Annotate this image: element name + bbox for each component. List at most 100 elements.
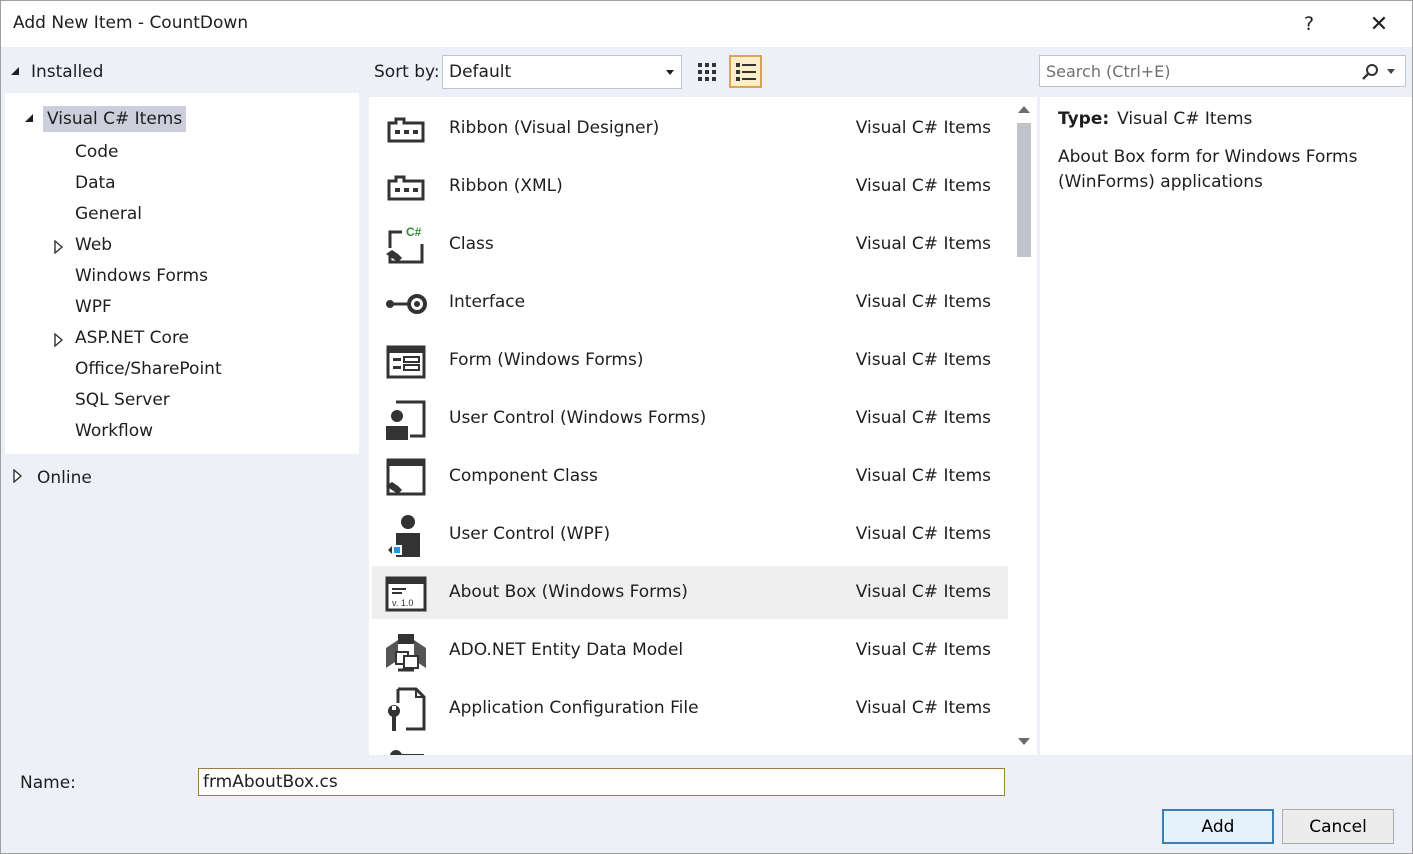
template-list-item[interactable]: Ribbon (Visual Designer) Visual C# Items bbox=[372, 102, 1008, 155]
tree-node-item[interactable]: ASP.NET Core bbox=[49, 322, 222, 353]
template-list-item[interactable]: Application Configuration File Visual C# … bbox=[372, 682, 1008, 735]
ribbon-icon bbox=[384, 110, 428, 150]
about-box-icon: v. 1.0 bbox=[384, 574, 428, 614]
tree-node-item[interactable]: Code bbox=[49, 136, 222, 167]
sort-by-dropdown[interactable]: Default bbox=[442, 55, 682, 89]
scroll-down-icon[interactable] bbox=[1018, 738, 1030, 745]
template-list-item[interactable]: User Control (Windows Forms) Visual C# It… bbox=[372, 392, 1008, 445]
item-name: Class bbox=[449, 234, 494, 254]
expand-arrow-icon[interactable] bbox=[54, 332, 64, 352]
item-category: Visual C# Items bbox=[855, 524, 991, 544]
item-category: Visual C# Items bbox=[855, 640, 991, 660]
vertical-scrollbar[interactable] bbox=[1012, 97, 1037, 755]
tree-node-visual-csharp-items[interactable]: Visual C# Items bbox=[23, 105, 187, 133]
tree-children: Code Data General Web Windows Forms WPF ASP.NE… bbox=[49, 136, 222, 446]
item-name: Interface bbox=[449, 292, 526, 312]
detail-description: About Box form for Windows Forms (WinFor… bbox=[1058, 147, 1358, 192]
chevron-down-icon[interactable] bbox=[1387, 69, 1395, 74]
item-category: Visual C# Items bbox=[855, 408, 991, 428]
search-input[interactable] bbox=[1040, 61, 1350, 81]
detail-type: Type: Visual C# Items bbox=[1058, 109, 1252, 129]
user-control-icon bbox=[384, 400, 428, 440]
tree-node-label: Office/SharePoint bbox=[75, 358, 222, 379]
tree-node-item[interactable]: Office/SharePoint bbox=[49, 353, 222, 384]
template-list-item[interactable]: Interface Visual C# Items bbox=[372, 276, 1008, 329]
title-bar: Add New Item - CountDown ? ✕ bbox=[1, 1, 1412, 47]
cancel-button[interactable]: Cancel bbox=[1282, 809, 1394, 844]
tree-node-label: General bbox=[75, 203, 142, 224]
form-icon bbox=[384, 342, 428, 382]
list-view-button[interactable] bbox=[729, 55, 762, 88]
tree-node-installed[interactable]: Installed bbox=[9, 59, 103, 85]
item-name: Component Class bbox=[449, 466, 598, 486]
add-button[interactable]: Add bbox=[1162, 809, 1274, 844]
sort-by-value: Default bbox=[449, 62, 512, 82]
item-category: Visual C# Items bbox=[855, 350, 991, 370]
item-category: Visual C# Items bbox=[855, 466, 991, 486]
wpf-user-control-icon bbox=[384, 515, 428, 557]
tree-node-label: WPF bbox=[75, 296, 112, 317]
item-name: Form (Windows Forms) bbox=[449, 350, 644, 370]
expand-arrow-icon bbox=[13, 468, 23, 488]
entity-model-icon bbox=[384, 632, 428, 672]
item-name: User Control (WPF) bbox=[449, 524, 611, 544]
template-list-item[interactable]: User Control (WPF) Visual C# Items bbox=[372, 508, 1008, 561]
tree-node-label: SQL Server bbox=[75, 389, 170, 410]
template-list-item[interactable]: ADO.NET Entity Data Model Visual C# Items bbox=[372, 624, 1008, 677]
tree-node-item[interactable]: Web bbox=[49, 229, 222, 260]
template-list-item[interactable]: v. 1.0 About Box (Windows Forms) Visual C#… bbox=[372, 566, 1008, 619]
tree-node-label: Workflow bbox=[75, 420, 154, 441]
item-category: Visual C# Items bbox=[855, 698, 991, 718]
item-category: Visual C# Items bbox=[855, 292, 991, 312]
interface-icon bbox=[384, 284, 428, 324]
item-name: About Box (Windows Forms) bbox=[449, 582, 688, 602]
type-label: Type: bbox=[1058, 109, 1110, 129]
tree-node-label: Data bbox=[75, 172, 116, 193]
help-button[interactable]: ? bbox=[1289, 9, 1329, 39]
scrollbar-thumb[interactable] bbox=[1017, 123, 1031, 257]
template-list-item[interactable]: Component Class Visual C# Items bbox=[372, 450, 1008, 503]
search-box[interactable] bbox=[1039, 55, 1406, 87]
name-field[interactable] bbox=[198, 768, 1005, 796]
tree-node-label: ASP.NET Core bbox=[75, 327, 190, 348]
template-list-item[interactable]: Ribbon (XML) Visual C# Items bbox=[372, 160, 1008, 213]
tree-node-item[interactable]: WPF bbox=[49, 291, 222, 322]
svg-text:C#: C# bbox=[406, 225, 422, 239]
name-label: Name: bbox=[20, 773, 76, 793]
template-list-item[interactable]: Form (Windows Forms) Visual C# Items bbox=[372, 334, 1008, 387]
type-value: Visual C# Items bbox=[1117, 109, 1253, 129]
tree-node-label: Visual C# Items bbox=[43, 106, 187, 132]
sort-by-label: Sort by: bbox=[374, 62, 440, 82]
collapse-arrow-icon bbox=[9, 62, 21, 82]
item-category: Visual C# Items bbox=[855, 118, 991, 138]
grid-icon bbox=[697, 62, 716, 81]
tree-node-item[interactable]: Data bbox=[49, 167, 222, 198]
expand-arrow-icon[interactable] bbox=[54, 239, 64, 259]
item-category: Visual C# Items bbox=[855, 582, 991, 602]
tree-node-item[interactable]: General bbox=[49, 198, 222, 229]
tree-node-label: Installed bbox=[31, 62, 104, 82]
template-list-item[interactable]: C# Class Visual C# Items bbox=[372, 218, 1008, 271]
item-category: Visual C# Items bbox=[855, 176, 991, 196]
class-icon: C# bbox=[384, 225, 428, 266]
tree-node-online[interactable]: Online bbox=[13, 465, 92, 491]
collapse-arrow-icon bbox=[23, 109, 35, 129]
details-panel: Type: Visual C# Items About Box form for … bbox=[1040, 97, 1412, 755]
tree-node-item[interactable]: SQL Server bbox=[49, 384, 222, 415]
ribbon-icon bbox=[384, 168, 428, 208]
svg-text:v. 1.0: v. 1.0 bbox=[392, 598, 413, 608]
close-button[interactable]: ✕ bbox=[1359, 9, 1399, 39]
list-icon bbox=[735, 62, 756, 81]
small-icons-view-button[interactable] bbox=[690, 55, 723, 88]
template-tree: Visual C# Items Code Data General Web Window… bbox=[5, 93, 359, 454]
item-category: Visual C# Items bbox=[855, 234, 991, 254]
search-icon[interactable] bbox=[1361, 63, 1379, 86]
tree-node-label: Code bbox=[75, 141, 119, 162]
item-name: User Control (Windows Forms) bbox=[449, 408, 707, 428]
item-name: Application Configuration File bbox=[449, 698, 699, 718]
scroll-up-icon[interactable] bbox=[1018, 106, 1030, 113]
tree-node-item[interactable]: Windows Forms bbox=[49, 260, 222, 291]
tree-node-item[interactable]: Workflow bbox=[49, 415, 222, 446]
tree-node-label: Windows Forms bbox=[75, 265, 208, 286]
window-title: Add New Item - CountDown bbox=[13, 13, 249, 33]
